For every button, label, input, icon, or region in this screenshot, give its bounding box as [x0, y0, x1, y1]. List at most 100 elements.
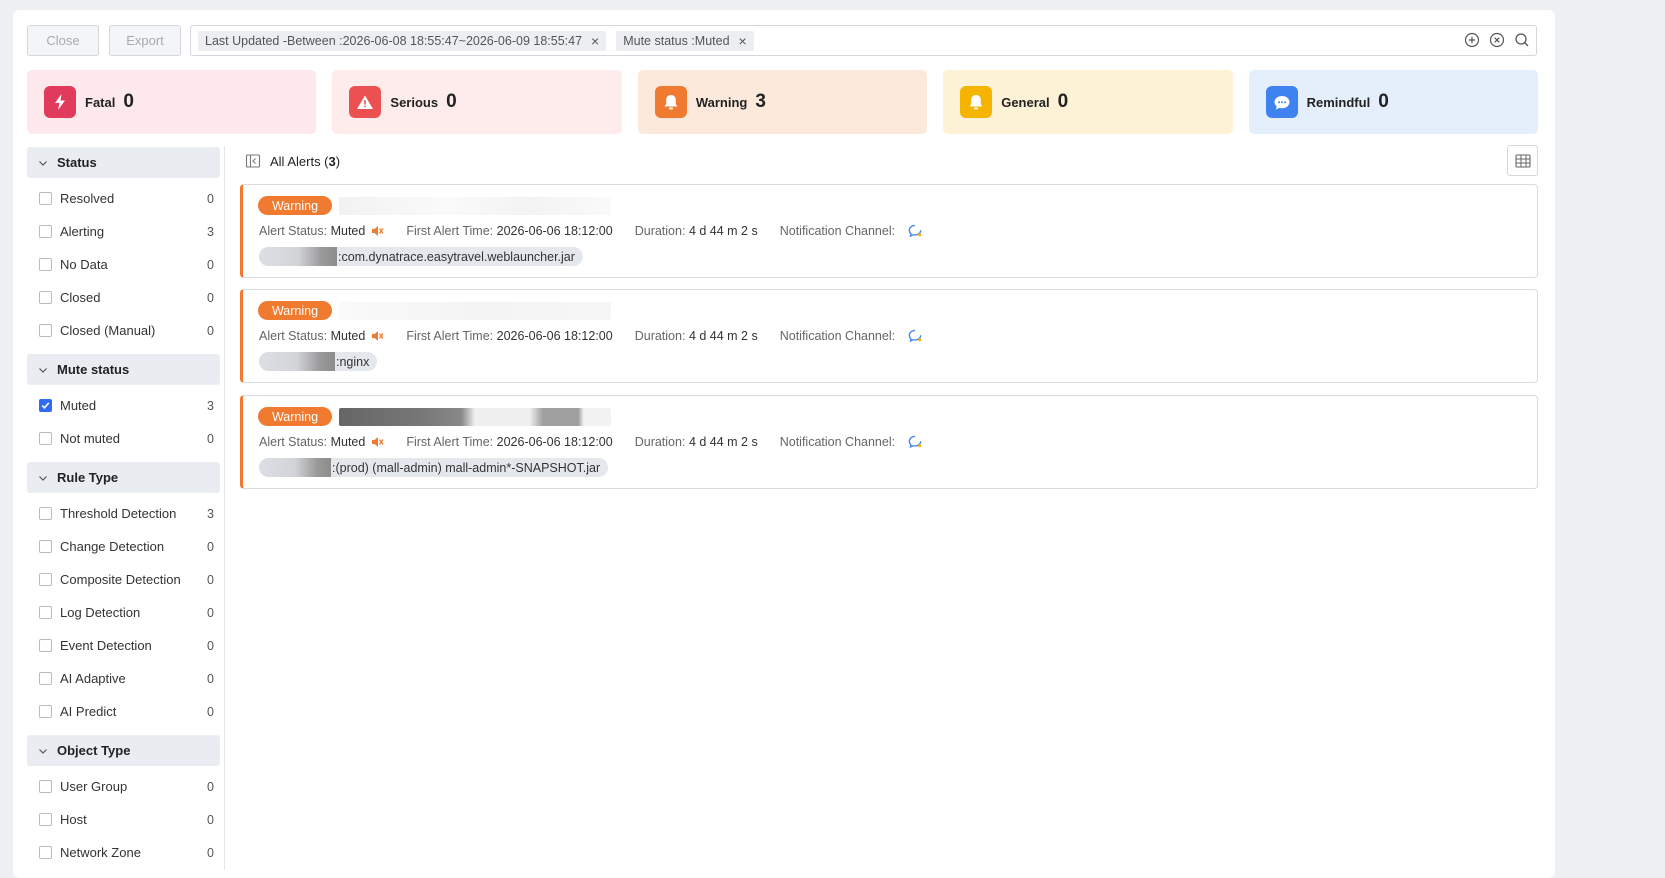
facet-item-count: 0 [207, 257, 214, 272]
facet-item-host[interactable]: Host 0 [27, 803, 220, 836]
alert-card[interactable]: Warning Alert Status: Muted First Alert Ti… [240, 395, 1538, 489]
checkbox[interactable] [39, 192, 52, 205]
severity-card-warning[interactable]: Warning 3 [637, 70, 928, 134]
facet-group-object-type-header[interactable]: Object Type [27, 735, 220, 766]
facet-item-not-muted[interactable]: Not muted 0 [27, 422, 220, 455]
facet-item-count: 0 [207, 431, 214, 446]
facet-item-ai-predict[interactable]: AI Predict 0 [27, 695, 220, 728]
warning-triangle-icon [349, 86, 382, 118]
severity-label: Remindful [1306, 94, 1371, 110]
redacted-object-prefix [259, 247, 337, 266]
checkbox[interactable] [39, 507, 52, 520]
alert-card[interactable]: Warning Alert Status: Muted First Alert Ti… [240, 184, 1538, 278]
facet-item-muted[interactable]: Muted 3 [27, 389, 220, 422]
facet-item-user-group[interactable]: User Group 0 [27, 770, 220, 803]
facet-group-rule-type-header[interactable]: Rule Type [27, 462, 220, 493]
facet-item-label: No Data [60, 257, 108, 272]
facet-item-log-detection[interactable]: Log Detection 0 [27, 596, 220, 629]
duration-label: Duration: [634, 329, 686, 343]
checkbox[interactable] [39, 813, 52, 826]
chip-remove-icon[interactable]: × [739, 33, 747, 49]
filter-chip-mute-status[interactable]: Mute status :Muted × [616, 30, 754, 51]
severity-count: 0 [123, 91, 134, 112]
first-alert-time-value: 2026-06-06 18:12:00 [496, 224, 613, 238]
severity-card-remindful[interactable]: Remindful 0 [1248, 70, 1539, 134]
export-button[interactable]: Export [109, 25, 181, 56]
muted-speaker-icon [372, 331, 384, 341]
facet-item-ai-adaptive[interactable]: AI Adaptive 0 [27, 662, 220, 695]
table-view-button[interactable] [1507, 145, 1538, 176]
facet-item-closed[interactable]: Closed 0 [27, 281, 220, 314]
affected-object-name: :com.dynatrace.easytravel.weblauncher.ja… [338, 249, 575, 264]
alert-meta: Alert Status: Muted First Alert Time: 202… [259, 434, 923, 450]
checkbox[interactable] [39, 705, 52, 718]
redacted-alert-title [339, 408, 611, 426]
severity-card-general[interactable]: General 0 [943, 70, 1233, 134]
checkbox[interactable] [39, 258, 52, 271]
checkbox[interactable] [39, 846, 52, 859]
facet-item-resolved[interactable]: Resolved 0 [27, 182, 220, 215]
first-alert-time-label: First Alert Time: [406, 435, 494, 449]
chip-remove-icon[interactable]: × [591, 33, 599, 49]
notification-channel-icon[interactable] [907, 328, 923, 344]
checkbox[interactable] [39, 780, 52, 793]
checkbox[interactable] [39, 225, 52, 238]
facet-item-closed-manual[interactable]: Closed (Manual) 0 [27, 314, 220, 347]
close-button[interactable]: Close [27, 25, 99, 56]
alert-list-header: All Alerts (3) [242, 145, 1538, 177]
facet-item-event-detection[interactable]: Event Detection 0 [27, 629, 220, 662]
filter-bar[interactable]: Last Updated -Between :2026-06-08 18:55:… [190, 25, 1537, 56]
checkbox[interactable] [39, 291, 52, 304]
facet-item-label: Threshold Detection [60, 506, 177, 521]
add-circle-icon[interactable] [1464, 32, 1480, 48]
facet-item-composite-detection[interactable]: Composite Detection 0 [27, 563, 220, 596]
filter-chip-last-updated[interactable]: Last Updated -Between :2026-06-08 18:55:… [198, 30, 607, 51]
facet-item-no-data[interactable]: No Data 0 [27, 248, 220, 281]
affected-object-tag[interactable]: :com.dynatrace.easytravel.weblauncher.ja… [259, 247, 583, 266]
severity-card-serious[interactable]: Serious 0 [332, 70, 622, 134]
facet-item-alerting[interactable]: Alerting 3 [27, 215, 220, 248]
checkbox[interactable] [39, 573, 52, 586]
alert-meta: Alert Status: Muted First Alert Time: 202… [259, 223, 923, 239]
checkbox[interactable] [39, 639, 52, 652]
notification-channel-icon[interactable] [907, 434, 923, 450]
clear-circle-icon[interactable] [1489, 32, 1505, 48]
severity-summary: Fatal 0 Serious 0 Warning 3 General 0 Re… [27, 70, 1539, 134]
alert-card[interactable]: Warning Alert Status: Muted First Alert Ti… [240, 289, 1538, 383]
search-icon[interactable] [1514, 32, 1530, 48]
checkbox[interactable] [39, 540, 52, 553]
facet-item-count: 0 [207, 812, 214, 827]
checkbox[interactable] [39, 672, 52, 685]
notification-channel-icon[interactable] [907, 223, 923, 239]
severity-card-fatal[interactable]: Fatal 0 [27, 70, 317, 134]
facet-group-status-header[interactable]: Status [27, 147, 220, 178]
facet-item-count: 0 [207, 572, 214, 587]
severity-count: 3 [755, 91, 766, 112]
checkbox[interactable] [39, 324, 52, 337]
alert-list-title: All Alerts (3) [270, 153, 341, 169]
duration-value: 4 d 44 m 2 s [688, 435, 758, 449]
severity-label: Serious [390, 94, 439, 110]
panel-divider [224, 146, 225, 870]
checkbox[interactable] [39, 432, 52, 445]
facet-item-threshold-detection[interactable]: Threshold Detection 3 [27, 497, 220, 530]
collapse-sidebar-icon[interactable] [245, 153, 261, 169]
facet-item-network-zone[interactable]: Network Zone 0 [27, 836, 220, 869]
alert-status-label: Alert Status: [259, 329, 328, 343]
alert-status-value: Muted [330, 224, 366, 238]
facet-item-count: 3 [207, 506, 214, 521]
severity-label: Warning [695, 94, 748, 110]
checkbox[interactable] [39, 399, 52, 412]
checkbox[interactable] [39, 606, 52, 619]
facet-sidebar: Status Resolved 0 Alerting 3 No Data 0 Closed 0… [27, 147, 220, 871]
redacted-object-prefix [259, 458, 331, 477]
affected-object-tag[interactable]: :nginx [259, 352, 378, 371]
chevron-down-icon [39, 367, 47, 373]
lightning-icon [44, 86, 76, 118]
facet-item-count: 3 [207, 398, 214, 413]
muted-speaker-icon [372, 437, 384, 447]
affected-object-tag[interactable]: :(prod) (mall-admin) mall-admin*-SNAPSHO… [259, 458, 609, 477]
facet-group-mute-header[interactable]: Mute status [27, 354, 220, 385]
alert-status-value: Muted [330, 435, 366, 449]
facet-item-change-detection[interactable]: Change Detection 0 [27, 530, 220, 563]
